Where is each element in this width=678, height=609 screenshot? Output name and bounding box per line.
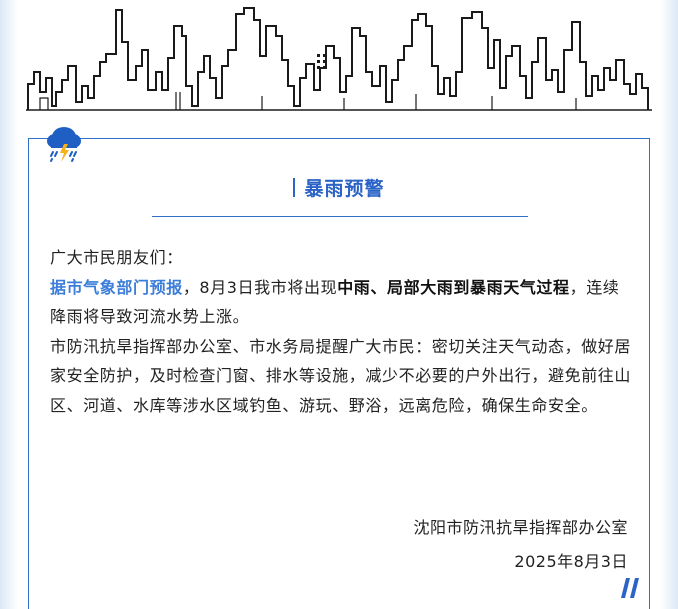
paragraph-forecast: 据市气象部门预报，8月3日我市将出现中雨、局部大雨到暴雨天气过程，连续降雨将导致…: [50, 273, 632, 332]
title-text: 暴雨预警: [304, 178, 385, 200]
title-area: 暴雨预警: [0, 176, 678, 202]
right-gradient-edge: [660, 0, 678, 609]
double-slash-icon: [621, 578, 639, 598]
rain-cloud-icon: [47, 127, 81, 162]
greeting: 广大市民朋友们：: [50, 248, 183, 267]
forecast-text-a: ，8月3日我市将出现: [182, 277, 338, 297]
forecast-source-highlight: 据市气象部门预报: [50, 277, 183, 297]
city-skyline-illustration: [26, 7, 652, 111]
signature-date: 2025年8月3日: [514, 552, 628, 571]
left-gradient-edge: [0, 0, 18, 609]
title-underline: [152, 216, 528, 217]
page-title: 暴雨预警: [293, 176, 384, 202]
title-bar-mark: [293, 178, 296, 197]
paragraph-safety-advice: 市防汛抗旱指挥部办公室、市水务局提醒广大市民：密切关注天气动态，做好居家安全防护…: [50, 336, 632, 415]
signature-organization: 沈阳市防汛抗旱指挥部办公室: [413, 518, 628, 537]
forecast-rain-bold: 中雨、局部大雨到暴雨天气过程: [337, 277, 570, 297]
notice-body: 广大市民朋友们： 据市气象部门预报，8月3日我市将出现中雨、局部大雨到暴雨天气过…: [50, 243, 632, 420]
